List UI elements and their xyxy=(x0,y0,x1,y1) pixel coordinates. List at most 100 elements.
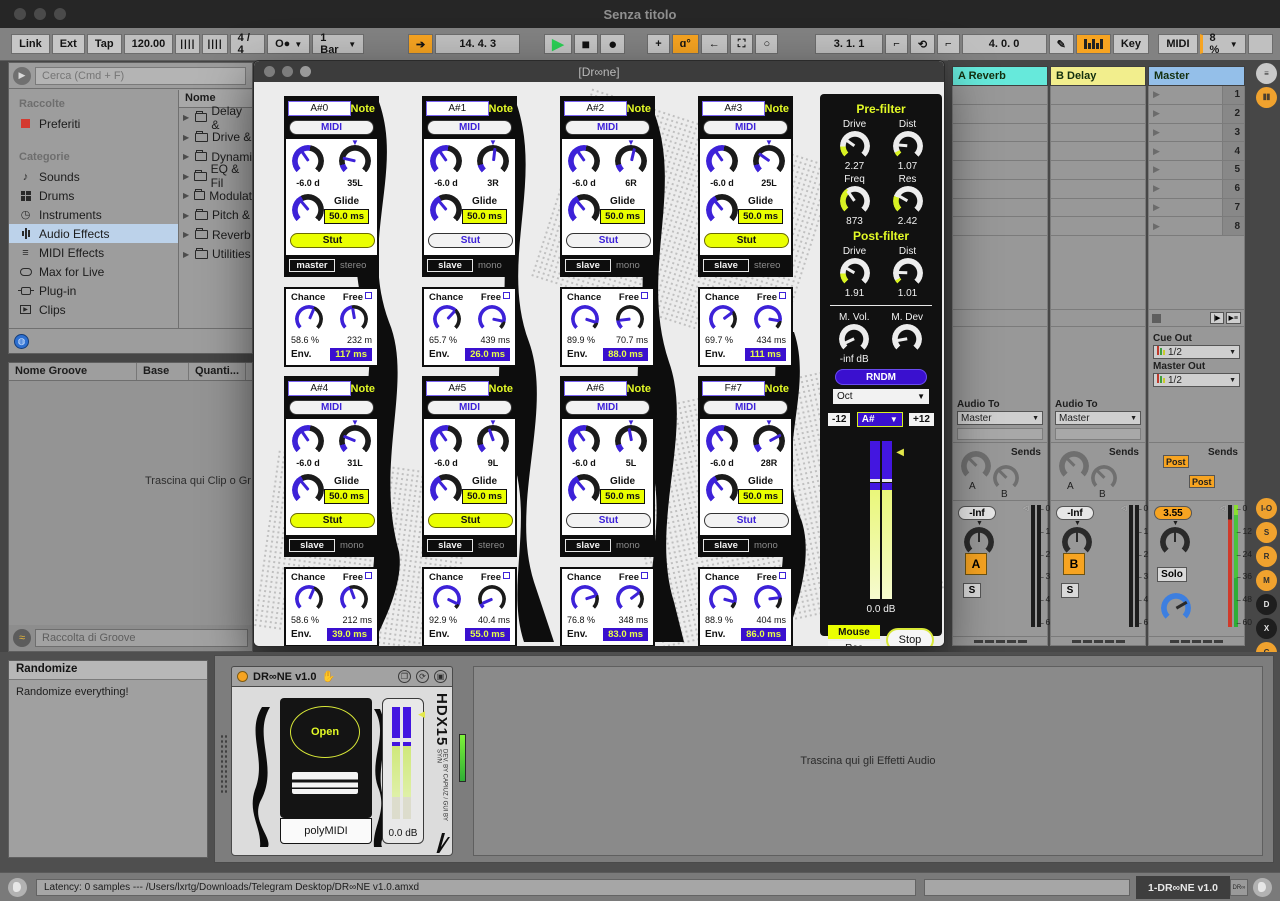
scene-launch-icon[interactable]: ▶ xyxy=(1149,108,1222,119)
free-knob[interactable] xyxy=(616,585,644,613)
stut-button[interactable]: Stut xyxy=(704,513,789,528)
glide-knob[interactable] xyxy=(568,474,600,506)
punch-out-icon[interactable]: ⌐ xyxy=(937,34,959,54)
chance-knob[interactable] xyxy=(295,585,323,613)
free-knob[interactable] xyxy=(478,585,506,613)
stut-button[interactable]: Stut xyxy=(566,233,651,248)
draw-mode-button[interactable]: ✎ xyxy=(1049,34,1074,54)
glide-knob[interactable] xyxy=(430,194,462,226)
scene-slot[interactable]: ▶7 xyxy=(1148,199,1245,218)
midi-button[interactable]: MIDI xyxy=(565,120,650,135)
note-select[interactable]: F#7 xyxy=(702,381,765,396)
sync-toggle[interactable]: slave xyxy=(565,259,611,272)
arrangement-position-field[interactable]: 14. 4. 3 xyxy=(435,34,520,54)
loop-toggle-icon[interactable]: ⟲ xyxy=(910,34,935,54)
tempo-field[interactable]: 120.00 xyxy=(124,34,174,54)
pan-knob[interactable] xyxy=(477,145,509,177)
groove-wave-icon[interactable]: ≈ xyxy=(13,629,31,647)
cue-volume-knob[interactable] xyxy=(1161,593,1191,623)
meter-marker-icon[interactable]: ◀ xyxy=(896,447,904,458)
scene-slot[interactable]: ▶4 xyxy=(1148,142,1245,161)
stop-row[interactable] xyxy=(1050,310,1146,327)
pan-knob[interactable] xyxy=(615,425,647,457)
scene-slot[interactable]: ▶3 xyxy=(1148,124,1245,143)
loop-length-field[interactable]: 4. 0. 0 xyxy=(962,34,1047,54)
play-button[interactable]: ▶ xyxy=(544,34,572,54)
expand-caret-icon[interactable]: ▶ xyxy=(183,133,191,142)
droone-titlebar[interactable]: [Dr∞ne] xyxy=(254,61,944,82)
note-select[interactable]: A#6 xyxy=(564,381,627,396)
nudge-up-icon[interactable]: |||| xyxy=(202,34,227,54)
folder-item[interactable]: ▶Drive & xyxy=(179,128,252,148)
track-volume-field[interactable]: -Inf xyxy=(958,506,996,520)
time-signature-field[interactable]: 4 / 4 xyxy=(230,34,265,54)
sidebar-item-max-for-live[interactable]: Max for Live xyxy=(9,262,178,281)
mode-toggle[interactable]: mono xyxy=(616,260,640,271)
volume-knob[interactable] xyxy=(430,145,462,177)
env-value-field[interactable]: 117 ms xyxy=(330,348,372,361)
stut-button[interactable]: Stut xyxy=(428,233,513,248)
capture-midi-button[interactable]: ⛶ xyxy=(730,34,754,54)
glide-value-field[interactable]: 50.0 ms xyxy=(462,209,507,224)
chance-knob[interactable] xyxy=(709,585,737,613)
sync-toggle[interactable]: slave xyxy=(427,259,473,272)
droone-stop-button[interactable]: Stop xyxy=(886,628,934,647)
volume-knob[interactable] xyxy=(430,425,462,457)
chance-knob[interactable] xyxy=(571,305,599,333)
pan-knob[interactable] xyxy=(753,145,785,177)
track-activator-a[interactable]: A xyxy=(965,553,987,575)
note-select[interactable]: A#5 xyxy=(426,381,489,396)
glide-value-field[interactable]: 50.0 ms xyxy=(324,489,369,504)
free-knob[interactable] xyxy=(616,305,644,333)
expand-caret-icon[interactable]: ▶ xyxy=(183,250,191,259)
folder-item[interactable]: ▶Reverb xyxy=(179,225,252,245)
sidebar-item-plug-in[interactable]: Plug-in xyxy=(9,281,178,300)
free-checkbox[interactable] xyxy=(779,572,786,579)
free-knob[interactable] xyxy=(754,305,782,333)
groove-col-quantize[interactable]: Quanti... xyxy=(189,363,246,380)
clip-slot[interactable] xyxy=(1050,161,1146,180)
master-vol-knob[interactable] xyxy=(839,324,869,354)
clip-slot[interactable] xyxy=(1148,236,1245,310)
volume-knob[interactable] xyxy=(568,145,600,177)
nudge-down-icon[interactable]: |||| xyxy=(175,34,200,54)
expand-caret-icon[interactable]: ▶ xyxy=(183,211,191,220)
sync-toggle[interactable]: slave xyxy=(703,259,749,272)
rec-button[interactable]: Rec xyxy=(828,641,880,647)
automation-arm-button[interactable]: ɑ° xyxy=(672,34,699,54)
clip-slot[interactable] xyxy=(1050,180,1146,199)
scene-launch-icon[interactable]: ▶ xyxy=(1149,89,1222,100)
key-map-button[interactable]: Key xyxy=(1113,34,1149,54)
stut-button[interactable]: Stut xyxy=(290,233,375,248)
note-select[interactable]: A#4 xyxy=(288,381,351,396)
env-value-field[interactable]: 86.0 ms xyxy=(741,628,786,641)
midi-button[interactable]: MIDI xyxy=(427,400,512,415)
stop-all-clips-icon[interactable] xyxy=(1152,314,1161,323)
meter-marker-icon[interactable]: ◀ xyxy=(418,709,425,720)
env-value-field[interactable]: 83.0 ms xyxy=(603,628,648,641)
save-preset-icon[interactable]: ▣ xyxy=(434,670,447,683)
scene-slot[interactable]: ▶2 xyxy=(1148,105,1245,124)
close-window-icon[interactable] xyxy=(14,8,26,20)
mode-toggle[interactable]: stereo xyxy=(478,540,504,551)
chance-knob[interactable] xyxy=(709,305,737,333)
mixer-section-toggle-x[interactable]: X xyxy=(1256,618,1277,639)
groove-col-name[interactable]: Nome Groove xyxy=(9,363,137,380)
clip-slot[interactable] xyxy=(952,161,1048,180)
chance-knob[interactable] xyxy=(433,585,461,613)
chance-knob[interactable] xyxy=(571,585,599,613)
scene-launch-icon[interactable]: ▶ xyxy=(1149,221,1222,232)
sidebar-item-clips[interactable]: ▶Clips xyxy=(9,300,178,319)
root-note-select[interactable]: A#▼ xyxy=(857,412,903,427)
midi-button[interactable]: MIDI xyxy=(289,400,374,415)
clip-slot[interactable] xyxy=(1050,142,1146,161)
free-checkbox[interactable] xyxy=(641,572,648,579)
audio-to-select[interactable]: Master▼ xyxy=(957,411,1043,425)
glide-knob[interactable] xyxy=(706,194,738,226)
volume-knob[interactable] xyxy=(568,425,600,457)
free-checkbox[interactable] xyxy=(779,292,786,299)
midi-map-button[interactable]: MIDI xyxy=(1158,34,1197,54)
pre-res-knob[interactable] xyxy=(893,186,923,216)
scene-launch-icon[interactable]: ▶ xyxy=(1149,127,1222,138)
midi-button[interactable]: MIDI xyxy=(427,120,512,135)
